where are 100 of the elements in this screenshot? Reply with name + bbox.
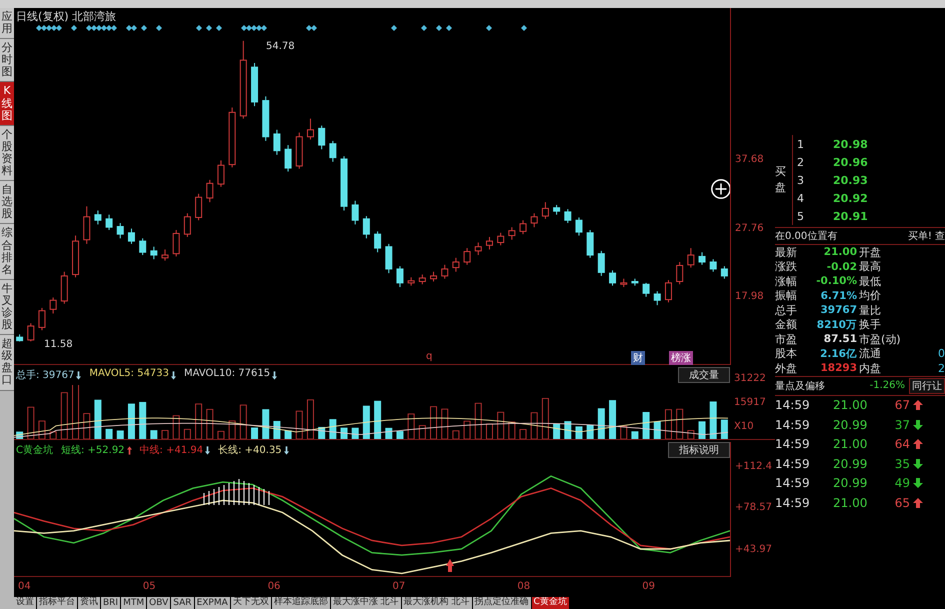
indicator-tab[interactable]: 资讯 [78,597,100,609]
tick-price: 20.99 [833,418,868,432]
legend-item: 短线: +52.92 [60,444,125,457]
axis-label: 17.98 [735,290,764,303]
candlestick [195,193,202,221]
sidebar-tab[interactable]: 综合排名 [0,224,14,280]
month-label: 09 [642,581,655,594]
month-label: 04 [18,581,31,594]
high-price-label: 54.78 [266,41,295,52]
stat-label: 最新 [775,244,798,260]
axis-label: X10 [734,421,755,433]
candlestick [128,228,135,244]
bid-price: 20.96 [833,156,868,168]
indicator-tab[interactable]: SAR [171,597,194,609]
event-marker[interactable]: 榜涨 [669,351,693,365]
sidebar-tab[interactable]: 牛叉诊股 [0,280,14,336]
candlestick [116,222,124,239]
candlestick [50,296,57,314]
indicator-tab[interactable]: OBV [147,597,170,609]
bid-level: 2 [797,156,805,168]
candlestick [172,229,180,257]
indicator-tab[interactable]: MTM [121,597,146,609]
tick-volume: 37 [894,418,910,432]
candlestick [184,212,191,238]
tick-time: 14:59 [775,398,811,412]
legend-item: C黄金坑 [16,444,53,457]
sidebar-tab[interactable]: K线图 [0,82,14,126]
notice-link[interactable]: 买单! 查 [908,229,945,243]
candlestick [586,229,594,258]
bid-level: 4 [797,192,805,204]
tick-volume: 49 [894,476,910,490]
event-marker[interactable]: q [424,351,434,362]
stat-value: 2 [938,362,945,375]
stat-label: 市盈(动) [859,332,901,347]
candlestick [374,230,382,253]
bid-level: 5 [797,210,805,222]
chart-title: 日线(复权) 北部湾旅 [16,9,116,24]
change-value: -1.26% [870,380,905,391]
stat-label: 涨幅 [775,274,798,289]
candlestick [564,208,572,224]
bid-side-label: 买盘 [775,164,787,196]
candlestick [642,282,650,298]
indicator-tab[interactable]: EXPMA [194,597,230,609]
industry-tab[interactable]: 同行让 [909,378,945,394]
candlestick [664,280,672,303]
tick-price: 20.99 [833,476,868,490]
tick-volume: 35 [894,456,910,471]
sidebar-tab[interactable]: 分时图 [0,39,14,82]
axis-label: 27.76 [735,222,764,235]
tick-price: 20.99 [833,456,868,471]
stat-label: 流通 [859,346,881,362]
stat-label: 最高 [859,259,881,274]
indicator-tab[interactable]: 设置 [14,597,36,609]
candlestick [162,248,169,262]
candlestick [329,140,336,162]
stat-label: 量比 [859,302,881,318]
event-marker[interactable]: 财 [631,351,645,365]
candlestick [598,250,605,276]
indicator-help-button[interactable]: 指标说明 [668,442,730,458]
tick-time: 14:59 [775,496,811,510]
candlestick [362,216,370,239]
stat-value: 6.71% [820,290,857,302]
month-label: 06 [268,581,280,594]
sidebar-tab[interactable]: 应用 [0,8,14,40]
indicator-tab[interactable]: 天下无双 [230,597,271,609]
tick-time: 14:59 [775,456,811,471]
bid-price: 20.91 [833,210,868,222]
bid-price: 20.98 [833,138,868,150]
stat-value: 87.51 [822,333,857,346]
sidebar-tab[interactable]: 个股资料 [0,126,14,182]
zoom-in-icon[interactable] [710,178,732,200]
tick-price: 21.00 [833,437,868,452]
candlestick [687,248,694,268]
candlestick [464,248,471,266]
candlestick [553,204,560,216]
legend-item: 中线: +41.94 [140,444,204,457]
stat-value: 18293 [819,362,857,374]
candlestick [106,214,113,230]
candlestick [441,264,448,280]
candlestick [418,274,426,285]
candlestick [452,257,460,272]
indicator-tab[interactable]: BRI [101,597,120,609]
bid-level: 3 [797,174,805,186]
ticks-header: 量点及偏移 [775,380,825,392]
candlestick [575,216,582,236]
candlestick [542,202,549,220]
month-label: 08 [517,581,530,594]
candlestick [385,243,392,274]
sidebar-tab[interactable]: 自选股 [0,181,14,224]
candlestick [720,266,728,280]
tick-time: 14:59 [775,418,811,432]
bid-price: 20.92 [833,192,868,204]
candlestick [38,307,46,331]
sidebar-tab[interactable]: 超级盘口 [0,335,14,391]
signal-stripes [204,478,270,506]
stat-value: 8210万 [816,318,857,332]
axis-label: +78.57 [735,502,772,514]
volume-button[interactable]: 成交量 [678,367,730,383]
candlestick [474,242,482,256]
axis-label: 15917 [734,397,767,409]
